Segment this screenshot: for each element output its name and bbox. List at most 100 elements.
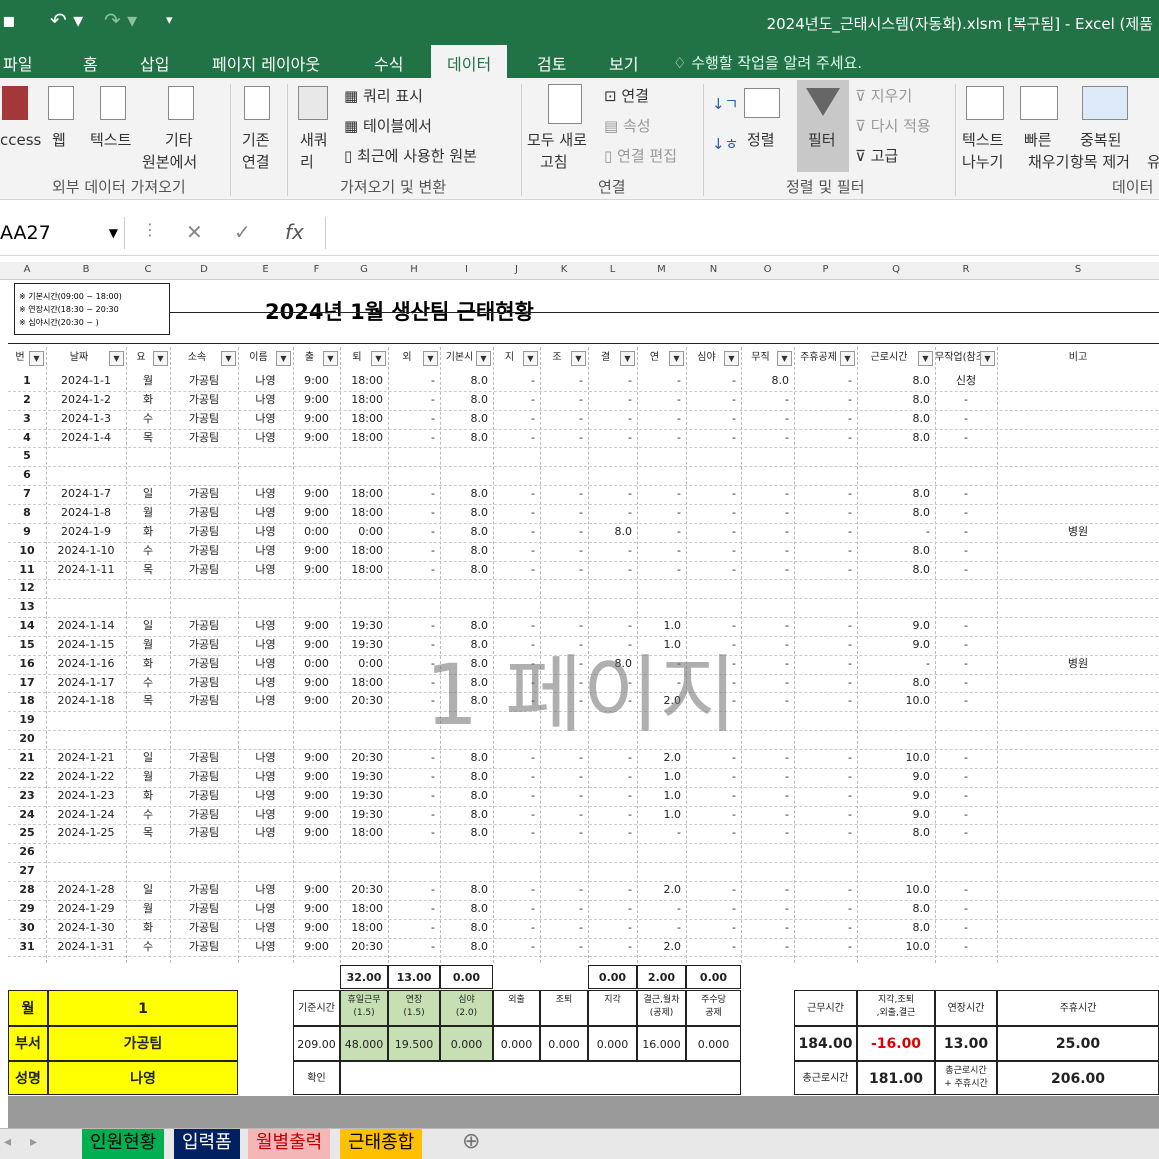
table-cell[interactable]: - [935, 542, 997, 560]
table-cell[interactable]: - [493, 429, 540, 447]
row-number[interactable]: 13 [8, 598, 46, 616]
table-cell[interactable]: 나영 [238, 542, 293, 560]
table-cell[interactable]: 나영 [238, 674, 293, 692]
table-cell[interactable]: - [540, 787, 588, 805]
table-cell[interactable] [997, 881, 1159, 899]
row-number[interactable]: 26 [8, 843, 46, 861]
table-cell[interactable]: - [686, 504, 741, 522]
table-cell[interactable] [293, 843, 340, 861]
table-cell[interactable]: - [388, 900, 440, 918]
table-cell[interactable]: - [794, 900, 857, 918]
table-cell[interactable]: 8.0 [440, 900, 493, 918]
table-cell[interactable]: - [493, 410, 540, 428]
table-cell[interactable] [637, 843, 686, 861]
table-cell[interactable] [741, 730, 794, 748]
column-header-h[interactable]: H [388, 264, 440, 275]
column-header-o[interactable]: O [741, 264, 794, 275]
recent-sources-button[interactable]: ▯ 최근에 사용한 원본 [344, 146, 477, 166]
table-cell[interactable] [997, 542, 1159, 560]
table-cell[interactable]: 가공팀 [170, 523, 238, 541]
filter-dropdown-icon[interactable]: ▼ [29, 351, 44, 366]
table-cell[interactable] [857, 598, 935, 616]
table-cell[interactable] [388, 466, 440, 484]
table-cell[interactable]: - [741, 429, 794, 447]
table-cell[interactable] [741, 862, 794, 880]
table-cell[interactable]: - [741, 900, 794, 918]
table-cell[interactable] [293, 598, 340, 616]
table-cell[interactable]: - [741, 391, 794, 409]
table-cell[interactable]: 일 [126, 485, 170, 503]
table-cell[interactable]: 2024-1-31 [46, 938, 126, 956]
table-cell[interactable]: 나영 [238, 617, 293, 635]
row-number[interactable]: 18 [8, 692, 46, 710]
table-cell[interactable]: 9:00 [293, 617, 340, 635]
filter-dropdown-icon[interactable]: ▼ [371, 351, 386, 366]
table-cell[interactable] [293, 579, 340, 597]
table-cell[interactable] [340, 730, 388, 748]
table-cell[interactable] [170, 447, 238, 465]
table-cell[interactable] [238, 598, 293, 616]
table-cell[interactable] [540, 466, 588, 484]
row-number[interactable]: 4 [8, 429, 46, 447]
table-cell[interactable]: - [794, 636, 857, 654]
table-cell[interactable]: 가공팀 [170, 824, 238, 842]
table-cell[interactable]: 2024-1-11 [46, 561, 126, 579]
table-cell[interactable]: 가공팀 [170, 900, 238, 918]
filter-dropdown-icon[interactable]: ▼ [523, 351, 538, 366]
table-cell[interactable]: - [741, 749, 794, 767]
table-cell[interactable]: 화 [126, 787, 170, 805]
table-cell[interactable]: 9.0 [857, 768, 935, 786]
properties-button[interactable]: ▤ 속성 [604, 116, 651, 136]
table-cell[interactable]: - [540, 542, 588, 560]
table-cell[interactable]: - [741, 674, 794, 692]
column-header-l[interactable]: L [588, 264, 637, 275]
table-cell[interactable]: - [493, 391, 540, 409]
table-cell[interactable] [540, 843, 588, 861]
table-cell[interactable]: - [588, 900, 637, 918]
tab-data[interactable]: 데이터 [431, 45, 508, 78]
other-sources-label-2[interactable]: 원본에서 [142, 152, 197, 172]
table-cell[interactable] [293, 711, 340, 729]
table-cell[interactable]: - [588, 561, 637, 579]
table-cell[interactable] [46, 466, 126, 484]
table-cell[interactable]: 8.0 [440, 919, 493, 937]
table-cell[interactable]: 목 [126, 429, 170, 447]
table-cell[interactable]: - [794, 824, 857, 842]
sort-desc-icon[interactable]: ↓ㅎ [712, 134, 738, 154]
table-cell[interactable]: 8.0 [857, 410, 935, 428]
table-cell[interactable] [686, 598, 741, 616]
table-cell[interactable] [686, 447, 741, 465]
table-cell[interactable]: 가공팀 [170, 429, 238, 447]
new-query-button[interactable]: 새쿼 [300, 130, 328, 150]
table-cell[interactable]: - [686, 919, 741, 937]
table-cell[interactable] [238, 711, 293, 729]
filter-dropdown-icon[interactable]: ▼ [724, 351, 739, 366]
table-cell[interactable] [935, 862, 997, 880]
table-cell[interactable] [126, 447, 170, 465]
table-cell[interactable]: - [935, 674, 997, 692]
row-number[interactable]: 11 [8, 561, 46, 579]
table-cell[interactable] [170, 598, 238, 616]
table-cell[interactable] [997, 806, 1159, 824]
table-cell[interactable] [493, 843, 540, 861]
table-cell[interactable]: 가공팀 [170, 391, 238, 409]
table-cell[interactable]: 나영 [238, 806, 293, 824]
table-cell[interactable]: 월 [126, 900, 170, 918]
column-header-i[interactable]: I [440, 264, 493, 275]
table-cell[interactable]: - [686, 881, 741, 899]
table-cell[interactable] [686, 843, 741, 861]
table-cell[interactable]: - [388, 749, 440, 767]
table-cell[interactable]: 0:00 [293, 655, 340, 673]
column-header-q[interactable]: Q [857, 264, 935, 275]
table-cell[interactable]: - [493, 806, 540, 824]
table-cell[interactable] [794, 862, 857, 880]
table-cell[interactable] [997, 485, 1159, 503]
table-cell[interactable]: 8.0 [440, 372, 493, 390]
table-cell[interactable]: 나영 [238, 561, 293, 579]
table-cell[interactable]: 8.0 [440, 391, 493, 409]
table-cell[interactable] [794, 447, 857, 465]
table-cell[interactable]: 가공팀 [170, 674, 238, 692]
table-cell[interactable]: 화 [126, 919, 170, 937]
table-cell[interactable]: 8.0 [440, 429, 493, 447]
table-cell[interactable]: - [493, 372, 540, 390]
